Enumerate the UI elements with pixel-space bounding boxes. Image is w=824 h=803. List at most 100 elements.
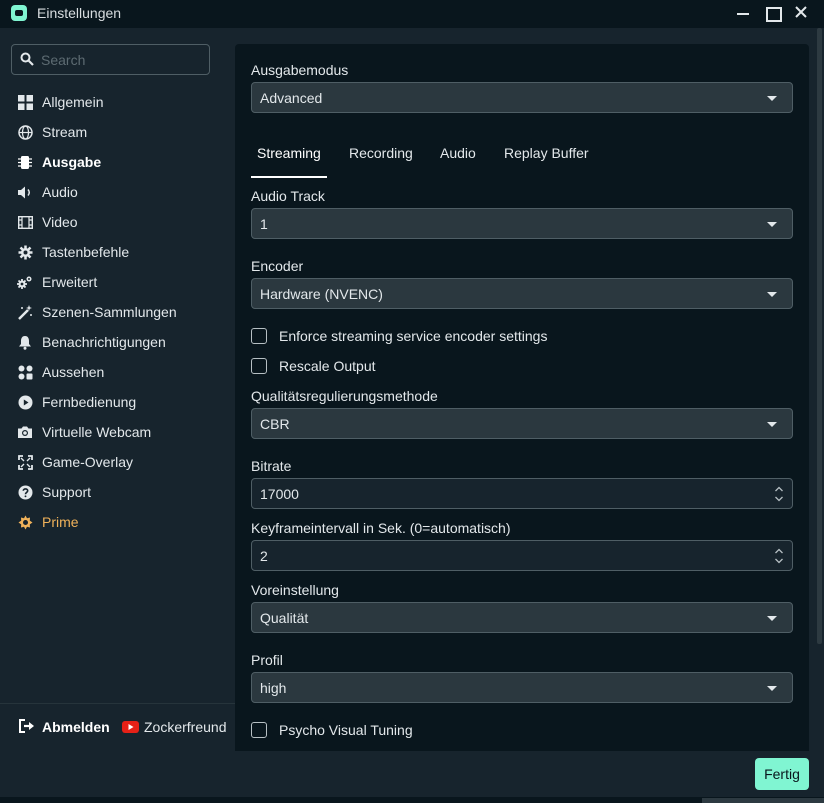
- tab-replay-buffer[interactable]: Replay Buffer: [504, 145, 589, 161]
- chip-icon: [17, 154, 33, 170]
- tab-audio[interactable]: Audio: [440, 145, 476, 161]
- chevron-down-icon: [767, 96, 777, 101]
- sidebar-item-prime[interactable]: Prime: [0, 507, 235, 537]
- close-button[interactable]: [789, 2, 813, 24]
- audio-track-select[interactable]: 1: [251, 208, 793, 239]
- chevron-down-icon: [767, 686, 777, 691]
- sidebar-item-video[interactable]: Video: [0, 207, 235, 237]
- window-title: Einstellungen: [37, 5, 122, 21]
- sidebar: Allgemein Stream Ausgabe Audio Video: [0, 28, 235, 751]
- sidebar-item-label: Tastenbefehle: [42, 244, 130, 260]
- sidebar-item-label: Allgemein: [42, 94, 104, 110]
- rate-control-value: CBR: [260, 415, 290, 432]
- output-mode-value: Advanced: [260, 89, 323, 106]
- sidebar-item-aussehen[interactable]: Aussehen: [0, 357, 235, 387]
- title-bar: Einstellungen: [0, 0, 824, 28]
- play-circle-icon: [17, 394, 33, 410]
- account-name: Zockerfreund: [144, 719, 227, 735]
- bitrate-label: Bitrate: [251, 458, 292, 474]
- footer: [0, 751, 824, 803]
- sidebar-item-erweitert[interactable]: Erweitert: [0, 267, 235, 297]
- audio-track-value: 1: [260, 215, 268, 232]
- profile-value: high: [260, 679, 287, 696]
- tab-streaming[interactable]: Streaming: [257, 145, 321, 161]
- minimize-button[interactable]: [731, 2, 755, 24]
- search-icon: [20, 52, 34, 66]
- psycho-visual-tuning-checkbox[interactable]: Psycho Visual Tuning: [251, 722, 413, 738]
- rate-control-label: Qualitätsregulierungsmethode: [251, 388, 438, 404]
- gears-icon: [17, 274, 33, 290]
- expand-icon: [17, 454, 33, 470]
- magic-wand-icon: [17, 304, 33, 320]
- bitrate-input[interactable]: 17000: [251, 478, 793, 509]
- output-mode-select[interactable]: Advanced: [251, 82, 793, 113]
- output-tabs: Streaming Recording Audio Replay Buffer: [251, 134, 793, 178]
- checkbox-box[interactable]: [251, 358, 267, 374]
- sidebar-item-allgemein[interactable]: Allgemein: [0, 87, 235, 117]
- search-box[interactable]: [11, 44, 210, 75]
- checkbox-label: Rescale Output: [279, 358, 376, 374]
- widgets-icon: [17, 364, 33, 380]
- sidebar-item-label: Virtuelle Webcam: [42, 424, 152, 440]
- spinner-arrows-icon[interactable]: [774, 545, 784, 567]
- chevron-down-icon: [767, 222, 777, 227]
- sidebar-item-label: Prime: [42, 514, 79, 530]
- horizontal-scrollbar: [702, 798, 824, 803]
- checkbox-box[interactable]: [251, 722, 267, 738]
- sidebar-item-ausgabe[interactable]: Ausgabe: [0, 147, 235, 177]
- bell-icon: [17, 334, 33, 350]
- keyframe-input[interactable]: 2: [251, 540, 793, 571]
- sidebar-item-stream[interactable]: Stream: [0, 117, 235, 147]
- encoder-label: Encoder: [251, 258, 304, 274]
- footer-edge: [0, 797, 824, 803]
- audio-track-label: Audio Track: [251, 188, 325, 204]
- preset-value: Qualität: [260, 609, 309, 626]
- preset-select[interactable]: Qualität: [251, 602, 793, 633]
- profile-label: Profil: [251, 652, 283, 668]
- sidebar-item-support[interactable]: Support: [0, 477, 235, 507]
- logout-button[interactable]: Abmelden: [19, 719, 110, 735]
- maximize-button[interactable]: [760, 2, 784, 24]
- bitrate-value: 17000: [260, 485, 299, 502]
- sidebar-item-label: Ausgabe: [42, 154, 102, 170]
- sidebar-item-label: Szenen-Sammlungen: [42, 304, 177, 320]
- done-button[interactable]: Fertig: [755, 758, 809, 790]
- logout-icon: [19, 719, 35, 735]
- account-info: Zockerfreund: [122, 719, 226, 735]
- sidebar-item-label: Aussehen: [42, 364, 105, 380]
- sidebar-item-tastenbefehle[interactable]: Tastenbefehle: [0, 237, 235, 267]
- profile-select[interactable]: high: [251, 672, 793, 703]
- sidebar-item-label: Stream: [42, 124, 88, 140]
- checkbox-box[interactable]: [251, 328, 267, 344]
- chevron-down-icon: [767, 422, 777, 427]
- enforce-encoder-settings-checkbox[interactable]: Enforce streaming service encoder settin…: [251, 328, 547, 344]
- close-icon: [795, 6, 807, 18]
- sidebar-item-audio[interactable]: Audio: [0, 177, 235, 207]
- app-logo-icon: [11, 5, 27, 21]
- encoder-value: Hardware (NVENC): [260, 285, 383, 302]
- sidebar-item-label: Game-Overlay: [42, 454, 134, 470]
- spinner-arrows-icon[interactable]: [774, 483, 784, 505]
- camera-icon: [17, 424, 33, 440]
- search-input[interactable]: [41, 48, 201, 71]
- globe-icon: [17, 124, 33, 140]
- sidebar-item-game-overlay[interactable]: Game-Overlay: [0, 447, 235, 477]
- sidebar-item-benachrichtigungen[interactable]: Benachrichtigungen: [0, 327, 235, 357]
- keyframe-value: 2: [260, 547, 268, 564]
- chevron-down-icon: [767, 616, 777, 621]
- sidebar-item-fernbedienung[interactable]: Fernbedienung: [0, 387, 235, 417]
- gear-icon: [17, 244, 33, 260]
- rescale-output-checkbox[interactable]: Rescale Output: [251, 358, 376, 374]
- scrollbar-thumb[interactable]: [817, 28, 822, 644]
- output-mode-label: Ausgabemodus: [251, 62, 349, 78]
- tab-recording[interactable]: Recording: [349, 145, 413, 161]
- keyframe-label: Keyframeintervall in Sek. (0=automatisch…: [251, 520, 511, 536]
- sidebar-item-label: Audio: [42, 184, 78, 200]
- rate-control-select[interactable]: CBR: [251, 408, 793, 439]
- preset-label: Voreinstellung: [251, 582, 339, 598]
- sidebar-item-szenen-sammlungen[interactable]: Szenen-Sammlungen: [0, 297, 235, 327]
- encoder-select[interactable]: Hardware (NVENC): [251, 278, 793, 309]
- question-icon: [17, 484, 33, 500]
- sidebar-item-virtuelle-webcam[interactable]: Virtuelle Webcam: [0, 417, 235, 447]
- checkbox-label: Enforce streaming service encoder settin…: [279, 328, 548, 344]
